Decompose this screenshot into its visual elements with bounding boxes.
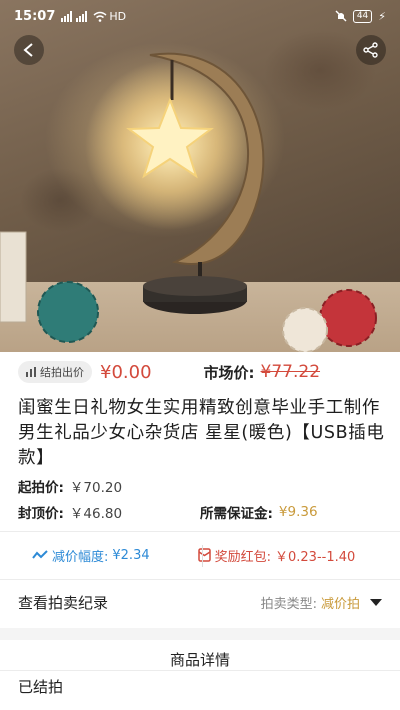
trend-line-icon <box>32 550 48 559</box>
mute-icon <box>335 10 347 22</box>
ended-bid-tag: 结拍出价 <box>18 361 92 383</box>
market-price-label: 市场价: <box>203 363 255 382</box>
red-envelope-icon <box>197 548 211 562</box>
cap-price-row: 封顶价: ￥46.80 <box>18 502 122 522</box>
back-button[interactable] <box>14 35 44 65</box>
auction-type-value: 减价拍 <box>320 596 360 612</box>
reward-metric: 奖励红包: ￥0.23--1.40 <box>197 546 356 565</box>
battery-icon: 44 <box>352 9 373 23</box>
charging-icon: ⚡ <box>378 9 386 23</box>
price-drop-value: ¥2.34 <box>112 547 150 563</box>
share-button[interactable] <box>356 35 386 65</box>
auction-status: 已结拍 <box>18 678 64 696</box>
share-icon <box>363 42 378 58</box>
reward-value: ￥0.23--1.40 <box>275 549 356 565</box>
start-price-row: 起拍价: ￥70.20 <box>18 476 122 496</box>
deposit-row: 所需保证金: ¥9.36 <box>200 502 318 522</box>
price-row: 结拍出价 ¥0.00 市场价: ¥77.22 <box>0 352 400 392</box>
cap-price-label: 封顶价: <box>18 506 64 522</box>
product-title: 闺蜜生日礼物女生实用精致创意毕业手工制作男生礼品少女心杂货店 星星(暖色)【US… <box>18 398 385 468</box>
signal-icon <box>61 10 73 22</box>
back-arrow-icon <box>23 43 33 57</box>
reward-label: 奖励红包: <box>214 549 271 565</box>
current-price: ¥0.00 <box>100 361 152 383</box>
price-drop-label: 减价幅度: <box>52 549 109 565</box>
market-price: ¥77.22 <box>260 362 321 382</box>
cap-price-value: ￥46.80 <box>69 506 123 522</box>
status-time: 15:07 <box>14 8 56 24</box>
caret-down-icon[interactable] <box>370 598 382 606</box>
product-image[interactable] <box>0 0 400 352</box>
wifi-icon <box>93 11 107 22</box>
moon-star-lamp-illustration <box>0 52 377 352</box>
network-type: HD <box>109 9 127 23</box>
ended-bid-label: 结拍出价 <box>40 366 84 379</box>
divider <box>0 670 400 671</box>
auction-type-label: 拍卖类型: <box>260 596 317 612</box>
deposit-value: ¥9.36 <box>278 504 318 520</box>
section-gap <box>0 628 400 640</box>
signal-2-icon <box>76 10 88 22</box>
bar-chart-icon <box>26 367 36 377</box>
auction-records-row[interactable]: 查看拍卖纪录 拍卖类型: 减价拍 <box>0 580 400 624</box>
metrics-separator <box>202 545 203 567</box>
start-price-value: ￥70.20 <box>69 480 123 496</box>
view-records-link[interactable]: 查看拍卖纪录 <box>18 592 108 613</box>
start-price-label: 起拍价: <box>18 480 64 496</box>
deposit-label: 所需保证金: <box>200 506 273 522</box>
product-details-heading: 商品详情 <box>169 651 230 669</box>
price-drop-metric: 减价幅度: ¥2.34 <box>32 546 150 565</box>
status-bar: 15:07 HD 44 ⚡ <box>0 0 400 32</box>
auction-metrics-row: 减价幅度: ¥2.34 奖励红包: ￥0.23--1.40 <box>0 531 400 579</box>
